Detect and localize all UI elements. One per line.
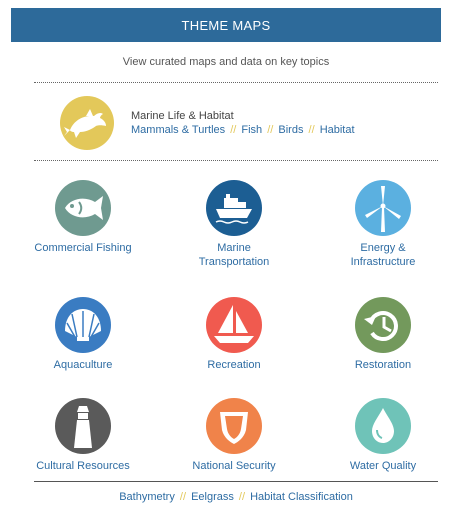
water-drop-icon <box>355 398 411 454</box>
fish-icon <box>55 180 111 236</box>
restore-icon <box>355 297 411 353</box>
link-habitat-classification[interactable]: Habitat Classification <box>250 491 353 503</box>
featured-links: Mammals & Turtles // Fish // Birds // Ha… <box>131 123 355 137</box>
link-habitat[interactable]: Habitat <box>320 124 355 136</box>
link-eelgrass[interactable]: Eelgrass <box>191 491 234 503</box>
tile-marine-transportation[interactable]: Marine Transportation <box>159 180 309 269</box>
tile-label: Marine Transportation <box>198 242 270 268</box>
footer-divider <box>34 481 438 482</box>
tile-aquaculture[interactable]: Aquaculture <box>8 297 158 372</box>
tile-commercial-fishing[interactable]: Commercial Fishing <box>8 180 158 255</box>
subtitle: View curated maps and data on key topics <box>122 56 330 68</box>
tile-label: Commercial Fishing <box>34 242 132 254</box>
shield-icon <box>206 398 262 454</box>
tile-label: National Security <box>192 460 276 472</box>
ship-icon <box>206 180 262 236</box>
tile-restoration[interactable]: Restoration <box>308 297 454 372</box>
lighthouse-icon <box>55 398 111 454</box>
divider <box>34 82 438 83</box>
shell-icon <box>55 297 111 353</box>
footer-links: Bathymetry // Eelgrass // Habitat Classi… <box>34 491 438 503</box>
tile-label: Energy & Infrastructure <box>350 242 416 268</box>
tile-national-security[interactable]: National Security <box>159 398 309 473</box>
featured-marine-life[interactable]: Marine Life & Habitat Mammals & Turtles … <box>60 95 420 151</box>
sailboat-icon <box>206 297 262 353</box>
dolphin-icon[interactable] <box>60 96 114 150</box>
link-separator: // <box>227 124 240 136</box>
tile-label: Water Quality <box>349 460 417 472</box>
tile-label: Aquaculture <box>53 359 113 371</box>
tile-water-quality[interactable]: Water Quality <box>308 398 454 473</box>
tile-energy-infrastructure[interactable]: Energy & Infrastructure <box>308 180 454 269</box>
tile-label: Recreation <box>207 359 261 371</box>
link-separator: // <box>176 491 190 503</box>
link-fish[interactable]: Fish <box>241 124 262 136</box>
tile-label: Restoration <box>354 359 412 371</box>
header-title: THEME MAPS <box>181 17 271 33</box>
theme-maps-header: THEME MAPS <box>11 8 441 42</box>
link-bathymetry[interactable]: Bathymetry <box>119 491 175 503</box>
link-separator: // <box>305 124 318 136</box>
link-mammals-turtles[interactable]: Mammals & Turtles <box>131 124 225 136</box>
wind-turbine-icon <box>355 180 411 236</box>
tile-cultural-resources[interactable]: Cultural Resources <box>8 398 158 473</box>
tile-recreation[interactable]: Recreation <box>159 297 309 372</box>
link-separator: // <box>235 491 249 503</box>
link-birds[interactable]: Birds <box>278 124 303 136</box>
divider <box>34 160 438 161</box>
featured-title: Marine Life & Habitat <box>131 110 234 122</box>
tile-label: Cultural Resources <box>36 460 130 472</box>
link-separator: // <box>264 124 277 136</box>
